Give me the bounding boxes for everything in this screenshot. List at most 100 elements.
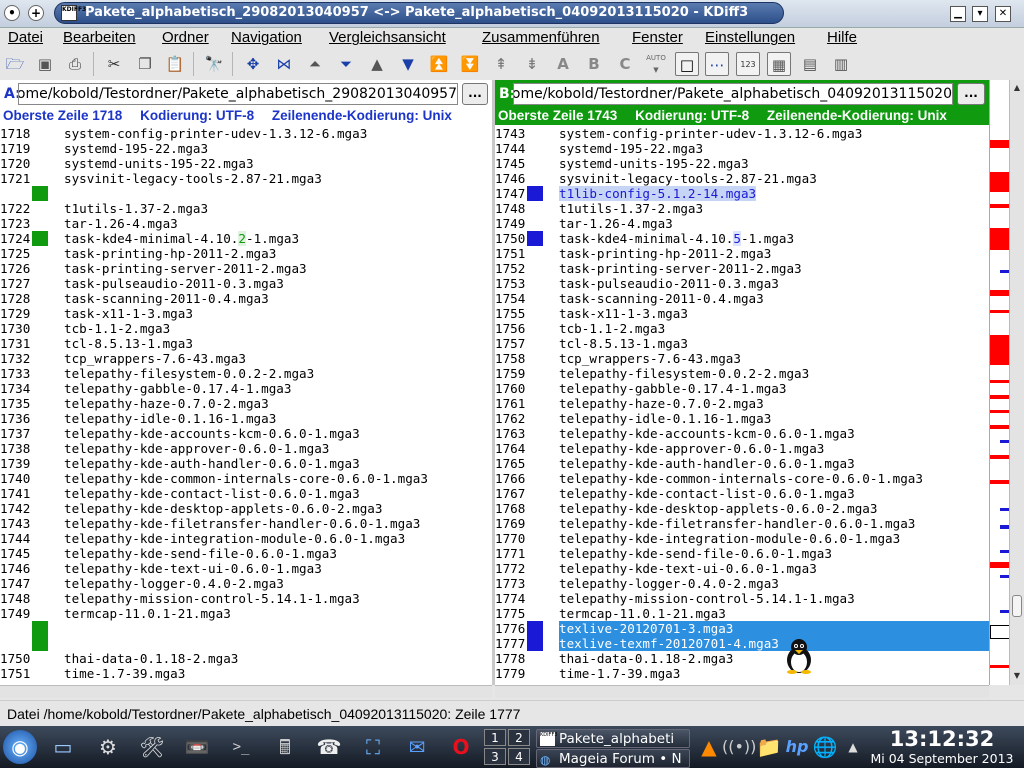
show-whitespace-icon[interactable]: □ (675, 52, 699, 76)
diff-pane-b[interactable]: B: /home/kobold/Testordner/Pakete_alphab… (495, 80, 989, 685)
network-icon[interactable]: ⛶ (356, 730, 390, 764)
menu-ordner[interactable]: Ordner (162, 29, 209, 46)
system-settings-icon[interactable]: ⚙ (91, 730, 125, 764)
goto-first-icon[interactable]: ⇞ (489, 52, 513, 76)
diff-line[interactable]: 1775 termcap-11.0.1-21.mga3 (495, 606, 989, 621)
goto-current-icon[interactable]: ✥ (241, 52, 265, 76)
diff-line[interactable]: 1771 telepathy-kde-send-file-0.6.0-1.mga3 (495, 546, 989, 561)
menu-einstellungen[interactable]: Einstellungen (705, 29, 795, 46)
wireless-icon[interactable]: ((•)) (722, 730, 756, 764)
desktop-2[interactable]: 2 (508, 729, 530, 746)
pane-b-text[interactable]: 1743 system-config-printer-udev-1.3.12-6.… (495, 126, 989, 685)
diff-line[interactable]: 1743 telepathy-kde-filetransfer-handler-0… (0, 516, 492, 531)
diff-line[interactable]: 1776 texlive-20120701-3.mga3 (495, 621, 989, 636)
diff-line[interactable]: 1747 telepathy-logger-0.4.0-2.mga3 (0, 576, 492, 591)
menu-datei[interactable]: Datei (8, 29, 43, 46)
diff-line[interactable]: 1731 tcl-8.5.13-1.mga3 (0, 336, 492, 351)
menu-hilfe[interactable]: Hilfe (827, 29, 857, 46)
diff-line[interactable]: 1737 telepathy-kde-accounts-kcm-0.6.0-1.m… (0, 426, 492, 441)
maximize-button[interactable]: ▾ (972, 6, 988, 22)
task-mageia-forum[interactable]: ◍ Mageia Forum • N (536, 749, 690, 768)
show-whitespace-chars-icon[interactable]: ⋯ (705, 52, 729, 76)
pane-b-path-field[interactable]: /home/kobold/Testordner/Pakete_alphabeti… (513, 82, 953, 105)
goto-prev-delta-icon[interactable]: ▲ (365, 52, 389, 76)
diff-line[interactable]: 1739 telepathy-kde-auth-handler-0.6.0-1.m… (0, 456, 492, 471)
menu-vergleichsansicht[interactable]: Vergleichsansicht (329, 29, 446, 46)
diff-line[interactable]: 1725 task-printing-hp-2011-2.mga3 (0, 246, 492, 261)
scroll-down-icon[interactable]: ▼ (1012, 670, 1022, 682)
scroll-up-icon[interactable]: ▲ (1012, 82, 1022, 94)
open-icon[interactable]: 🗁 (3, 52, 27, 76)
diff-line[interactable]: 1720 systemd-units-195-22.mga3 (0, 156, 492, 171)
diff-line[interactable]: 1764 telepathy-kde-approver-0.6.0-1.mga3 (495, 441, 989, 456)
copy-icon[interactable]: ❐ (133, 52, 157, 76)
opera-icon[interactable]: O (444, 730, 478, 764)
diff-line[interactable] (0, 636, 492, 651)
thunderbird-icon[interactable]: ✉ (400, 730, 434, 764)
diff-line[interactable]: 1741 telepathy-kde-contact-list-0.6.0-1.m… (0, 486, 492, 501)
goto-prev-unsolved-icon[interactable]: ⏫ (427, 52, 451, 76)
diff-line[interactable]: 1753 task-pulseaudio-2011-0.3.mga3 (495, 276, 989, 291)
diff-line[interactable]: 1719 systemd-195-22.mga3 (0, 141, 492, 156)
diff-line[interactable]: 1772 telepathy-kde-text-ui-0.6.0-1.mga3 (495, 561, 989, 576)
pane-a-text[interactable]: 1718 system-config-printer-udev-1.3.12-6.… (0, 126, 492, 685)
goto-next-conflict-icon[interactable]: ⏷ (334, 52, 358, 76)
window-menu-button[interactable]: • (4, 5, 20, 21)
phone-icon[interactable]: ☎ (312, 730, 346, 764)
diff-line[interactable]: 1738 telepathy-kde-approver-0.6.0-1.mga3 (0, 441, 492, 456)
goto-next-unsolved-icon[interactable]: ⏬ (458, 52, 482, 76)
diff-line[interactable]: 1730 tcb-1.1-2.mga3 (0, 321, 492, 336)
diff-line[interactable]: 1736 telepathy-idle-0.1.16-1.mga3 (0, 411, 492, 426)
pane-b-browse-button[interactable]: ... (957, 82, 985, 105)
diff-overview-bar[interactable] (989, 80, 1010, 685)
virtual-desktop-pager[interactable]: 1 2 3 4 (484, 729, 532, 765)
diff-line[interactable]: 1751 task-printing-hp-2011-2.mga3 (495, 246, 989, 261)
keep-above-button[interactable]: + (28, 5, 44, 21)
diff-line[interactable]: 1761 telepathy-haze-0.7.0-2.mga3 (495, 396, 989, 411)
diff-line[interactable]: 1743 system-config-printer-udev-1.3.12-6.… (495, 126, 989, 141)
mageia-start-icon[interactable]: ◉ (3, 730, 37, 764)
diff-line[interactable] (0, 186, 492, 201)
minimize-button[interactable]: ▁ (950, 6, 966, 22)
diff-line[interactable]: 1723 tar-1.26-4.mga3 (0, 216, 492, 231)
diff-line[interactable]: 1747 t1lib-config-5.1.2-14.mga3 (495, 186, 989, 201)
select-c-icon[interactable]: C (613, 52, 637, 76)
desktop-3[interactable]: 3 (484, 748, 506, 765)
show-line-numbers-icon[interactable]: 123 (736, 52, 760, 76)
diff-line[interactable]: 1721 sysvinit-legacy-tools-2.87-21.mga3 (0, 171, 492, 186)
desktop-icon[interactable]: ▭ (46, 730, 80, 764)
diff-line[interactable]: 1745 telepathy-kde-send-file-0.6.0-1.mga3 (0, 546, 492, 561)
diff-line[interactable]: 1777 texlive-texmf-20120701-4.mga3 (495, 636, 989, 651)
diff-line[interactable]: 1779 time-1.7-39.mga3 (495, 666, 989, 681)
tools-icon[interactable]: 🛠 (135, 730, 169, 764)
diff-line[interactable]: 1774 telepathy-mission-control-5.14.1-1.m… (495, 591, 989, 606)
diff-line[interactable]: 1734 telepathy-gabble-0.17.4-1.mga3 (0, 381, 492, 396)
diff-line[interactable]: 1757 tcl-8.5.13-1.mga3 (495, 336, 989, 351)
diff-line[interactable]: 1746 sysvinit-legacy-tools-2.87-21.mga3 (495, 171, 989, 186)
diff-line[interactable]: 1733 telepathy-filesystem-0.0.2-2.mga3 (0, 366, 492, 381)
diff-line[interactable]: 1749 termcap-11.0.1-21.mga3 (0, 606, 492, 621)
diff-line[interactable]: 1755 task-x11-1-3.mga3 (495, 306, 989, 321)
auto-advance-icon[interactable]: AUTO ▼ (644, 52, 668, 76)
diff-line[interactable]: 1742 telepathy-kde-desktop-applets-0.6.0-… (0, 501, 492, 516)
diff-line[interactable]: 1744 telepathy-kde-integration-module-0.6… (0, 531, 492, 546)
goto-top-icon[interactable]: ⋈ (272, 52, 296, 76)
diff-line[interactable]: 1752 task-printing-server-2011-2.mga3 (495, 261, 989, 276)
split-vertical-icon[interactable]: ▥ (829, 52, 853, 76)
pane-a-path-field[interactable]: /home/kobold/Testordner/Pakete_alphabeti… (18, 82, 458, 105)
calculator-icon[interactable]: 🖩 (268, 730, 302, 764)
diff-line[interactable]: 1748 t1utils-1.37-2.mga3 (495, 201, 989, 216)
menu-fenster[interactable]: Fenster (632, 29, 683, 46)
cut-icon[interactable]: ✂ (102, 52, 126, 76)
diff-line[interactable]: 1729 task-x11-1-3.mga3 (0, 306, 492, 321)
overview-icon[interactable]: ▦ (767, 52, 791, 76)
menu-bearbeiten[interactable]: Bearbeiten (63, 29, 136, 46)
diff-line[interactable]: 1751 time-1.7-39.mga3 (0, 666, 492, 681)
close-button[interactable]: ✕ (995, 6, 1011, 22)
diff-line[interactable]: 1735 telepathy-haze-0.7.0-2.mga3 (0, 396, 492, 411)
goto-prev-conflict-icon[interactable]: ⏶ (303, 52, 327, 76)
save-icon[interactable]: ▣ (33, 52, 57, 76)
search-binoculars-icon[interactable]: 🔭 (202, 52, 226, 76)
diff-line[interactable]: 1728 task-scanning-2011-0.4.mga3 (0, 291, 492, 306)
goto-last-icon[interactable]: ⇟ (520, 52, 544, 76)
